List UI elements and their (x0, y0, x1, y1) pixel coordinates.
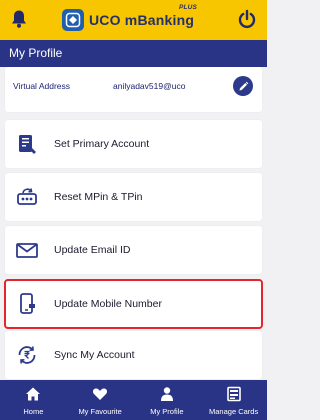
menu-item-sync-account[interactable]: Sync My Account (5, 331, 262, 379)
virtual-address-card: Virtual Address anilyadav519@uco (5, 67, 262, 112)
virtual-address-value: anilyadav519@uco (113, 81, 186, 91)
uco-logo-icon (62, 9, 84, 31)
cards-icon (226, 386, 241, 402)
nav-label: Home (23, 407, 44, 416)
power-icon[interactable] (237, 9, 257, 29)
menu-item-update-email[interactable]: Update Email ID (5, 226, 262, 274)
nav-manage-cards[interactable]: Manage Cards (200, 380, 267, 420)
page-title: My Profile (0, 40, 267, 67)
menu-item-reset-mpin-tpin[interactable]: Reset MPin & TPin (5, 173, 262, 221)
sync-rupee-icon (15, 343, 39, 367)
nav-my-profile[interactable]: My Profile (134, 380, 201, 420)
pin-reset-icon (15, 185, 39, 209)
brand-suffix: PLUS (178, 4, 198, 11)
nav-label: Manage Cards (209, 407, 259, 416)
email-icon (15, 238, 39, 262)
app-logo: UCO mBanking PLUS (62, 4, 197, 33)
bell-icon[interactable] (10, 9, 28, 29)
mobile-update-icon (15, 292, 39, 316)
person-icon (160, 387, 173, 401)
bottom-navigation: Home My Favourite My Profile Manage Card… (0, 380, 267, 420)
app-brand-name: UCO mBanking PLUS (89, 4, 197, 28)
menu-item-set-primary-account[interactable]: Set Primary Account (5, 120, 262, 168)
home-icon (26, 387, 41, 401)
brand-text: UCO mBanking (89, 12, 195, 28)
menu-item-label: Update Mobile Number (54, 298, 162, 310)
nav-label: My Profile (150, 407, 184, 416)
menu-item-label: Reset MPin & TPin (54, 191, 143, 203)
heart-icon (93, 388, 108, 400)
edit-virtual-address-button[interactable] (233, 76, 253, 96)
nav-my-favourite[interactable]: My Favourite (67, 380, 134, 420)
menu-item-label: Sync My Account (54, 349, 135, 361)
nav-label: My Favourite (78, 407, 122, 416)
pencil-icon (239, 81, 248, 90)
virtual-address-label: Virtual Address (13, 81, 71, 91)
menu-item-label: Set Primary Account (54, 138, 150, 150)
menu-item-label: Update Email ID (54, 244, 131, 256)
account-list-icon (15, 132, 39, 156)
top-bar: UCO mBanking PLUS (0, 0, 267, 40)
nav-home[interactable]: Home (0, 380, 67, 420)
menu-item-update-mobile-number[interactable]: Update Mobile Number (4, 279, 263, 329)
